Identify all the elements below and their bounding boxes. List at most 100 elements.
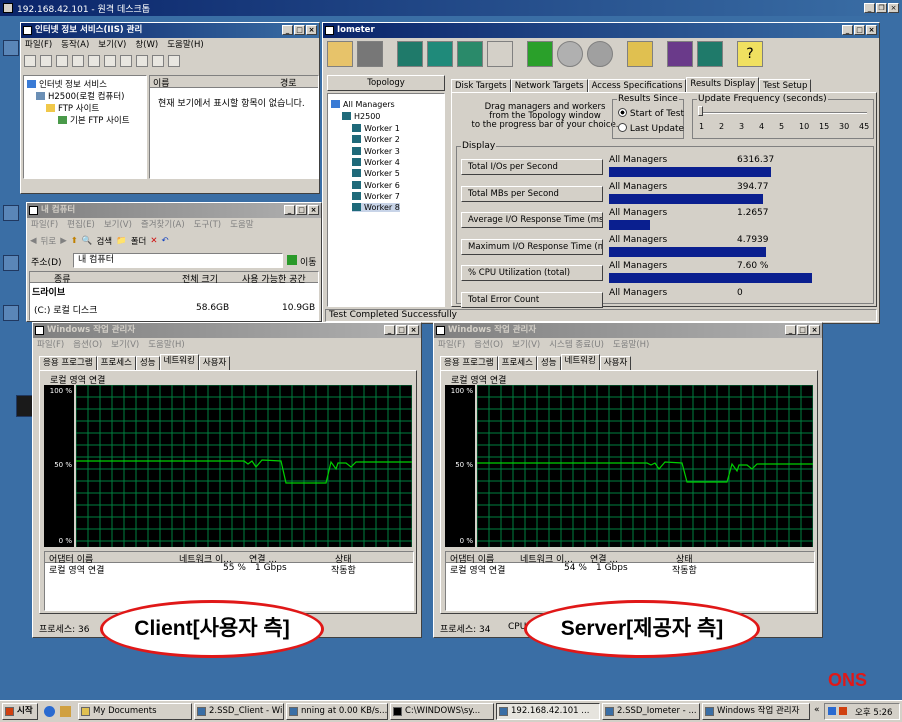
forward-icon[interactable]: ▶ xyxy=(60,236,67,246)
up-icon[interactable] xyxy=(56,55,68,67)
new-network-worker-icon[interactable] xyxy=(457,41,483,67)
topology-worker[interactable]: Worker 4 xyxy=(352,157,400,167)
topology-host[interactable]: H2500 xyxy=(342,112,380,121)
minimize-icon[interactable]: _ xyxy=(864,3,875,13)
topology-worker[interactable]: Worker 3 xyxy=(352,146,400,156)
taskmgr-server-titlebar[interactable]: Windows 작업 관리자 _ □ × xyxy=(434,323,822,338)
metric-button[interactable]: Total MBs per Second xyxy=(461,185,603,202)
topology-worker[interactable]: Worker 6 xyxy=(352,180,400,190)
minimize-icon[interactable]: _ xyxy=(842,25,853,35)
menu-file[interactable]: 파일(F) xyxy=(25,38,52,52)
menu-favorites[interactable]: 즐겨찾기(A) xyxy=(141,218,185,232)
properties-icon[interactable] xyxy=(72,55,84,67)
search-button[interactable]: 검색 xyxy=(96,235,112,247)
menu-edit[interactable]: 편집(E) xyxy=(67,218,95,232)
duplicate-worker-icon[interactable] xyxy=(487,41,513,67)
tab-networking[interactable]: 네트워킹 xyxy=(560,354,600,370)
tab-processes[interactable]: 프로세스 xyxy=(96,356,136,370)
maximize-icon[interactable]: □ xyxy=(854,25,865,35)
save-icon[interactable] xyxy=(357,41,383,67)
stop-icon[interactable] xyxy=(557,41,583,67)
taskmgr-server-window[interactable]: Windows 작업 관리자 _ □ × 파일(F) 옵션(O) 보기(V) 시스템… xyxy=(433,322,823,638)
search-icon[interactable]: 🔍 xyxy=(82,236,93,246)
tab-processes[interactable]: 프로세스 xyxy=(497,356,537,370)
close-icon[interactable]: × xyxy=(888,3,899,13)
menu-options[interactable]: 옵션(O) xyxy=(73,338,102,352)
radio-start-of-test[interactable]: Start of Test xyxy=(618,108,684,119)
minimize-icon[interactable]: _ xyxy=(384,325,395,335)
col-path[interactable]: 경로 xyxy=(280,76,297,89)
taskbar-item-active[interactable]: 192.168.42.101 ... xyxy=(496,703,600,720)
topology-worker[interactable]: Worker 2 xyxy=(352,135,400,144)
tree-node-iis[interactable]: 인터넷 정보 서비스 xyxy=(27,78,107,90)
desktop-icon[interactable] xyxy=(3,205,19,221)
minimize-icon[interactable]: _ xyxy=(282,25,293,35)
iometer-titlebar[interactable]: Iometer _ □ × xyxy=(323,23,879,38)
menu-file[interactable]: 파일(F) xyxy=(37,338,64,352)
taskbar-chevron-icon[interactable]: « xyxy=(814,705,820,715)
refresh-targets-icon[interactable] xyxy=(667,41,693,67)
minimize-icon[interactable]: _ xyxy=(284,205,295,215)
go-icon[interactable] xyxy=(287,255,297,265)
tab-results-display[interactable]: Results Display xyxy=(686,77,760,93)
menu-help[interactable]: 도움말(H) xyxy=(148,338,184,352)
my-computer-window[interactable]: 내 컴퓨터 _ □ × 파일(F) 편집(E) 보기(V) 즐겨찾기(A) 도구(T… xyxy=(26,202,322,322)
taskbar-item[interactable]: nning at 0.00 KB/s... xyxy=(286,703,388,720)
taskbar-item[interactable]: 2.SSD_Iometer - ... xyxy=(602,703,700,720)
close-icon[interactable]: × xyxy=(308,205,319,215)
tab-users[interactable]: 사용자 xyxy=(198,356,231,370)
tray-icon[interactable] xyxy=(839,707,847,715)
stop-icon[interactable] xyxy=(152,55,164,67)
menu-window[interactable]: 창(W) xyxy=(135,38,158,52)
minimize-icon[interactable]: _ xyxy=(785,325,796,335)
tab-applications[interactable]: 응용 프로그램 xyxy=(39,356,97,370)
menu-file[interactable]: 파일(F) xyxy=(438,338,465,352)
metric-button[interactable]: Average I/O Response Time (ms) xyxy=(461,212,603,228)
menu-view[interactable]: 보기(V) xyxy=(104,218,132,232)
adapter-row[interactable]: 로컬 영역 연결 55 % 1 Gbps 작동함 xyxy=(45,563,413,576)
tree-node-host[interactable]: H2500(로컬 컴퓨터) xyxy=(36,90,124,102)
col-name[interactable]: 이름 xyxy=(153,76,170,89)
tab-network-targets[interactable]: Network Targets xyxy=(510,79,588,93)
tab-networking[interactable]: 네트워킹 xyxy=(159,354,199,370)
desktop-icon[interactable] xyxy=(3,305,19,321)
taskmgr-client-titlebar[interactable]: Windows 작업 관리자 _ □ × xyxy=(33,323,421,338)
col-total[interactable]: 전체 크기 xyxy=(182,272,218,285)
tab-access-specifications[interactable]: Access Specifications xyxy=(587,79,687,93)
tree-node-default-ftp[interactable]: 기본 FTP 사이트 xyxy=(58,114,130,126)
reset-workers-icon[interactable] xyxy=(627,41,653,67)
menu-shutdown[interactable]: 시스템 종료(U) xyxy=(549,338,604,352)
stop-all-icon[interactable] xyxy=(587,41,613,67)
menu-view[interactable]: 보기(V) xyxy=(111,338,139,352)
menu-help[interactable]: 도움말(H) xyxy=(613,338,649,352)
taskbar-item[interactable]: C:\WINDOWS\sy... xyxy=(390,703,494,720)
iometer-window[interactable]: Iometer _ □ × ? Topology All Managers H250… xyxy=(322,22,880,324)
taskbar-item[interactable]: My Documents xyxy=(78,703,192,720)
metric-button[interactable]: Total I/Os per Second xyxy=(461,159,603,175)
tab-applications[interactable]: 응용 프로그램 xyxy=(440,356,498,370)
topology-root[interactable]: All Managers xyxy=(331,100,395,109)
col-free[interactable]: 사용 가능한 공간 xyxy=(242,272,306,285)
topology-worker[interactable]: Worker 8 xyxy=(352,203,400,213)
metric-button[interactable]: Maximum I/O Response Time (ms) xyxy=(461,238,603,255)
menu-file[interactable]: 파일(F) xyxy=(31,218,58,232)
undo-icon[interactable]: ↶ xyxy=(161,236,168,246)
new-manager-icon[interactable] xyxy=(397,41,423,67)
help-icon[interactable] xyxy=(120,55,132,67)
taskmgr-client-window[interactable]: Windows 작업 관리자 _ □ × 파일(F) 옵션(O) 보기(V) 도움말… xyxy=(32,322,422,638)
up-icon[interactable]: ⬆ xyxy=(71,236,78,246)
exit-icon[interactable] xyxy=(697,41,723,67)
topology-worker[interactable]: Worker 7 xyxy=(352,191,400,201)
folders-icon[interactable]: 📁 xyxy=(116,236,127,246)
maximize-icon[interactable]: □ xyxy=(296,205,307,215)
taskbar-item[interactable]: Windows 작업 관리자 xyxy=(702,703,810,720)
start-button[interactable]: 시작 xyxy=(2,703,38,720)
tab-disk-targets[interactable]: Disk Targets xyxy=(451,79,511,93)
back-icon[interactable]: ◀ xyxy=(30,236,37,246)
restore-icon[interactable]: ❐ xyxy=(876,3,887,13)
help-icon[interactable]: ? xyxy=(737,41,763,67)
maximize-icon[interactable]: □ xyxy=(797,325,808,335)
topology-worker[interactable]: Worker 5 xyxy=(352,169,400,178)
menu-help[interactable]: 도움말 xyxy=(230,218,253,232)
open-icon[interactable] xyxy=(327,41,353,67)
